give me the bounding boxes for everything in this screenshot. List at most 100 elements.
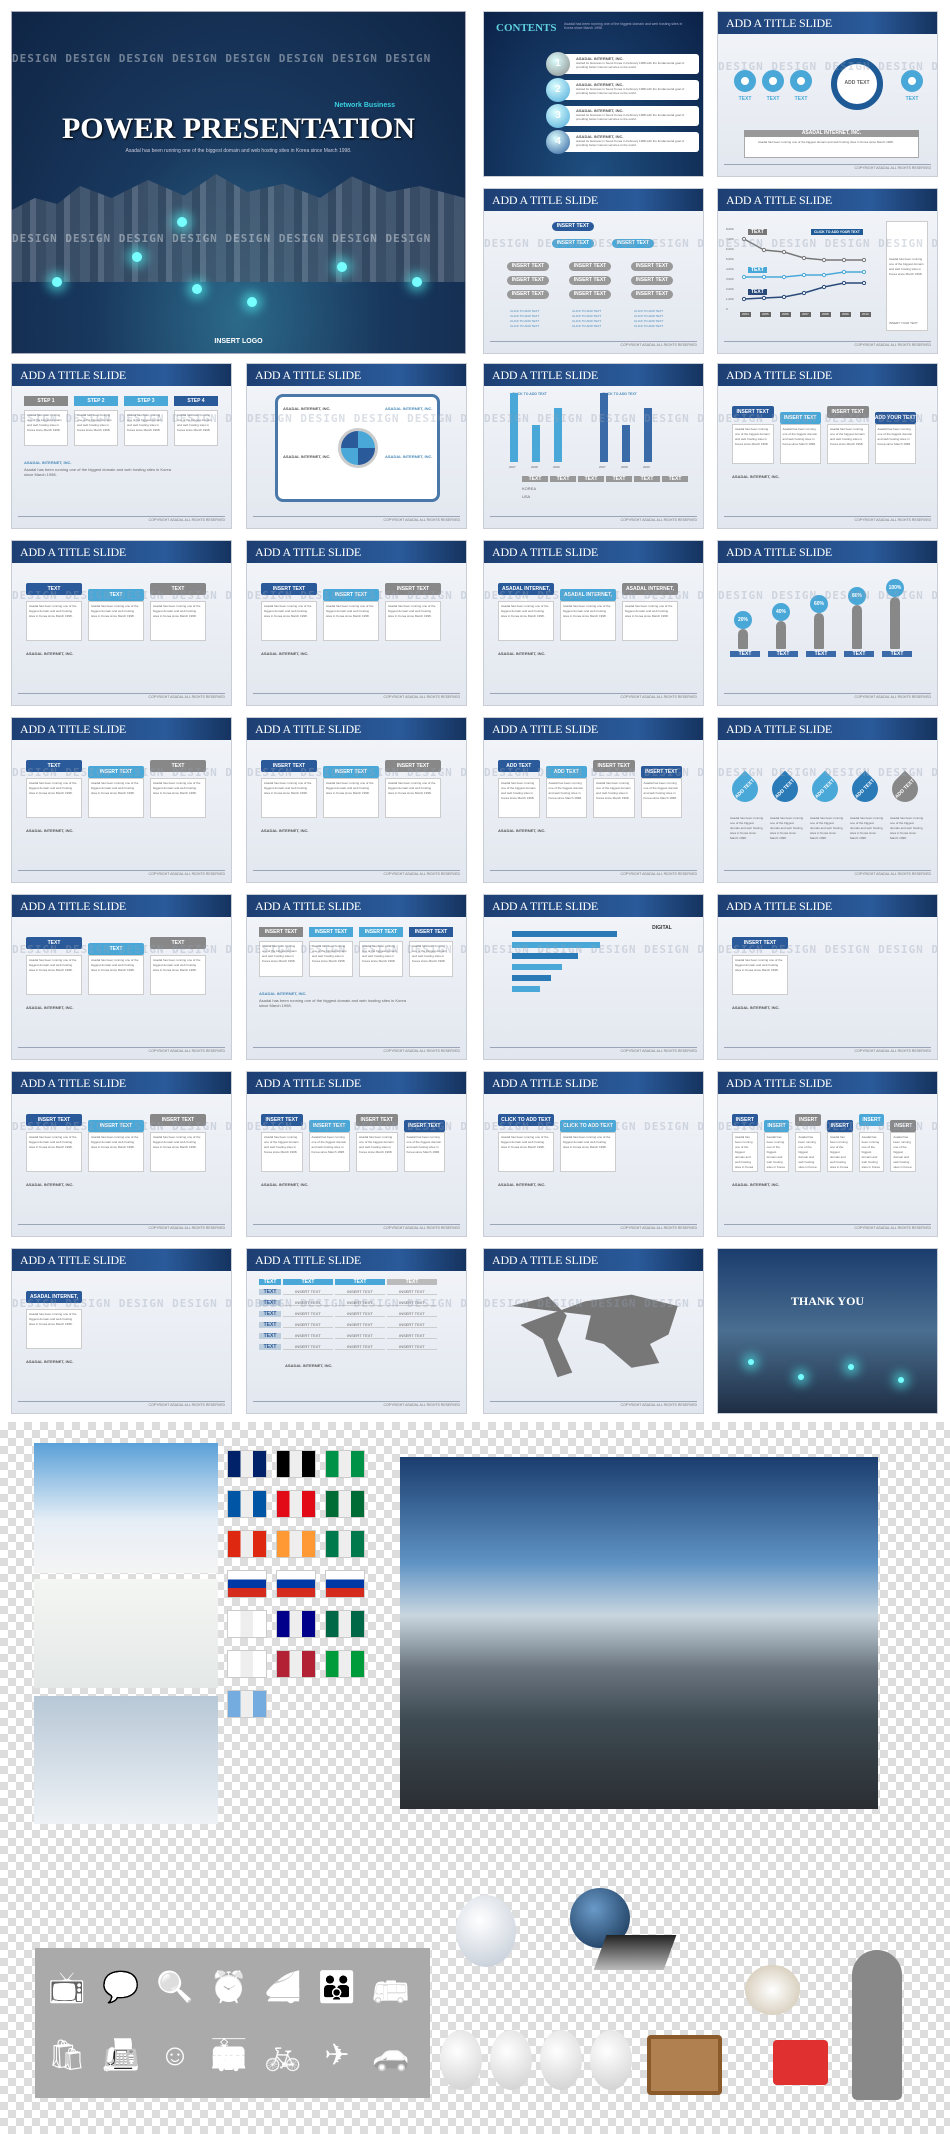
flag-icon xyxy=(325,1530,365,1558)
table-cell: INSERT TEXT xyxy=(387,1322,437,1328)
content-label: INSERT TEXT xyxy=(88,766,144,778)
slide-title: ADD A TITLE SLIDE xyxy=(247,541,466,563)
table-header: TEXT xyxy=(259,1279,281,1285)
percent-bubble: 60% xyxy=(810,595,828,613)
character-figure xyxy=(440,2030,482,2090)
slide-body: ADD TEXT ADD TEXT ADD TEXT ADD TEXT ADD TEXT… xyxy=(726,746,929,868)
slide-thumbnail-steps[interactable]: ADD A TITLE SLIDE COPYRIGHT ASADAL ALL RI… xyxy=(246,894,467,1060)
content-text: Asadal has been running one of the bigge… xyxy=(560,1132,616,1172)
content-text: Asadal has been running one of the bigge… xyxy=(795,1132,821,1172)
slide-thumbnail-quad[interactable]: ADD A TITLE SLIDE COPYRIGHT ASADAL ALL RI… xyxy=(246,363,467,529)
content-text: Asadal has been running one of the bigge… xyxy=(88,601,144,641)
slide-body: INSERT TEXTAsadal has been running one o… xyxy=(20,1100,223,1222)
slide-thumbnail-line[interactable]: ADD A TITLE SLIDE COPYRIGHT ASADAL ALL RI… xyxy=(717,188,938,354)
slide-thumbnail-thanks[interactable]: THANK YOU xyxy=(717,1248,938,1414)
slide-body: 20% TEXT 40% TEXT 60% TEXT 80% TEXT 100% TEXT xyxy=(726,569,929,691)
content-text: Asadal has been running one of the bigge… xyxy=(356,1132,398,1172)
slide-title: ADD A TITLE SLIDE xyxy=(718,189,937,211)
content-text: Asadal has been running one of the bigge… xyxy=(622,601,678,641)
table-cell: INSERT TEXT xyxy=(335,1322,385,1328)
network-node xyxy=(132,252,142,262)
org-cell: INSERT TEXT xyxy=(569,262,611,271)
people-label: TEXT xyxy=(882,651,912,657)
quad-label: ASADAL INTERNET, INC. xyxy=(283,406,331,411)
company-name: ASADAL INTERNET, INC. xyxy=(26,1359,74,1364)
slide-title: ADD A TITLE SLIDE xyxy=(718,12,937,34)
hbar xyxy=(512,931,617,937)
content-label: INSERT TEXT xyxy=(593,760,635,772)
org-node: INSERT TEXT xyxy=(552,239,594,248)
network-node xyxy=(52,277,62,287)
slide-thumbnail-cards[interactable]: ADD A TITLE SLIDE COPYRIGHT ASADAL ALL RI… xyxy=(246,717,467,883)
slide-thumbnail-tri[interactable]: ADD A TITLE SLIDE COPYRIGHT ASADAL ALL RI… xyxy=(11,894,232,1060)
slide-copyright: COPYRIGHT ASADAL ALL RIGHTS RESERVED xyxy=(490,1401,697,1407)
slide-thumbnail-imglist[interactable]: ADD A TITLE SLIDE COPYRIGHT ASADAL ALL RI… xyxy=(483,540,704,706)
slide-title: ADD A TITLE SLIDE xyxy=(12,895,231,917)
company-name: ASADAL INTERNET, INC. xyxy=(26,828,74,833)
org-node: INSERT TEXT xyxy=(612,239,654,248)
slide-thumbnail-cyl[interactable]: ADD A TITLE SLIDE COPYRIGHT ASADAL ALL RI… xyxy=(717,894,938,1060)
flag-icon xyxy=(227,1610,267,1638)
data-point xyxy=(841,257,847,263)
data-point xyxy=(741,296,747,302)
slide-thumbnail-bars[interactable]: ADD A TITLE SLIDE COPYRIGHT ASADAL ALL RI… xyxy=(483,363,704,529)
circle-label: ADD TEXT xyxy=(844,80,870,86)
company-name: ASADAL INTERNET, INC. xyxy=(498,828,546,833)
slide-thumbnail-hbar[interactable]: ADD A TITLE SLIDE COPYRIGHT ASADAL ALL RI… xyxy=(483,894,704,1060)
slide-thumbnail-arrow[interactable]: ADD A TITLE SLIDE COPYRIGHT ASADAL ALL RI… xyxy=(483,1071,704,1237)
slide-thumbnail-map[interactable]: ADD A TITLE SLIDE COPYRIGHT ASADAL ALL RI… xyxy=(483,1248,704,1414)
slide-thumbnail-imgtext[interactable]: ADD A TITLE SLIDE COPYRIGHT ASADAL ALL RI… xyxy=(11,1248,232,1414)
slide-thumbnail-table[interactable]: ADD A TITLE SLIDE COPYRIGHT ASADAL ALL RI… xyxy=(246,1248,467,1414)
content-label: CLICK TO ADD TEXT xyxy=(560,1120,616,1132)
network-node xyxy=(898,1377,904,1383)
content-label: INSERT TEXT xyxy=(732,937,788,949)
content-text: Asadal has been running one of the bigge… xyxy=(26,955,82,995)
table-header: TEXT xyxy=(387,1279,437,1285)
info-box-text: Asadal has been running one of the bigge… xyxy=(758,140,894,144)
step-text: Asadal has been running one of the bigge… xyxy=(359,941,403,977)
table-cell: INSERT TEXT xyxy=(335,1344,385,1350)
slide-thumbnail-bubbles[interactable]: ADD A TITLE SLIDE COPYRIGHT ASADAL ALL RI… xyxy=(246,1071,467,1237)
slide-thumbnail-blocks[interactable]: ADD A TITLE SLIDE COPYRIGHT ASADAL ALL RI… xyxy=(483,717,704,883)
flag-icon xyxy=(276,1450,316,1478)
percent-bubble: 100% xyxy=(886,579,904,597)
slide-copyright: COPYRIGHT ASADAL ALL RIGHTS RESERVED xyxy=(253,1224,460,1230)
content-text: Asadal has been running one of the bigge… xyxy=(545,778,587,818)
data-point xyxy=(821,272,827,278)
slide-thumbnail-rings[interactable]: ADD A TITLE SLIDE COPYRIGHT ASADAL ALL RI… xyxy=(246,540,467,706)
content-label: INSERT TEXT xyxy=(356,1114,398,1126)
title-tagline: Asadal has been running one of the bigge… xyxy=(125,148,352,154)
table-header: TEXT xyxy=(634,476,660,482)
slide-thumbnail-circles[interactable]: ADD A TITLE SLIDE COPYRIGHT ASADAL ALL RI… xyxy=(717,11,938,177)
content-label: INSERT TEXT xyxy=(150,1114,206,1126)
slide-thumbnail-steps[interactable]: ADD A TITLE SLIDE COPYRIGHT ASADAL ALL RI… xyxy=(11,363,232,529)
slide-body: ASADAL INTERNET, INC.Asadal has been run… xyxy=(492,569,695,691)
company-name: ASADAL INTERNET, INC. xyxy=(26,1005,74,1010)
content-text: Asadal has been running one of the bigge… xyxy=(385,601,441,641)
flag-icon xyxy=(325,1610,365,1638)
org-cell: INSERT TEXT xyxy=(507,290,549,299)
contents-slide[interactable]: CONTENTS Asadal has been running one of … xyxy=(483,11,704,177)
pictogram-icon: 🔍 xyxy=(156,1971,194,2004)
slide-thumbnail-cards[interactable]: ADD A TITLE SLIDE COPYRIGHT ASADAL ALL RI… xyxy=(11,540,232,706)
table-cell: INSERT TEXT xyxy=(283,1300,333,1306)
title-slide[interactable]: Network Business POWER PRESENTATION Asad… xyxy=(11,11,466,354)
row-header: TEXT xyxy=(259,1289,281,1295)
slide-thumbnail-org[interactable]: ADD A TITLE SLIDE COPYRIGHT ASADAL ALL RI… xyxy=(483,188,704,354)
slide-thumbnail-pie[interactable]: ADD A TITLE SLIDE COPYRIGHT ASADAL ALL RI… xyxy=(11,717,232,883)
company-name: ASADAL INTERNET, INC. xyxy=(732,474,780,479)
x-tick: 2009 xyxy=(553,465,560,469)
pictogram-icon: 📺 xyxy=(48,1971,86,2004)
contents-item-text: started its business in Seoul Korea in F… xyxy=(576,139,685,147)
table-cell: INSERT TEXT xyxy=(387,1333,437,1339)
slide-thumbnail-people[interactable]: ADD A TITLE SLIDE COPYRIGHT ASADAL ALL RI… xyxy=(717,540,938,706)
content-label: ADD TEXT xyxy=(498,760,540,772)
slide-thumbnail-frames[interactable]: ADD A TITLE SLIDE COPYRIGHT ASADAL ALL RI… xyxy=(717,363,938,529)
slide-thumbnail-cycle[interactable]: ADD A TITLE SLIDE COPYRIGHT ASADAL ALL RI… xyxy=(717,1071,938,1237)
slide-thumbnail-drops[interactable]: ADD A TITLE SLIDE COPYRIGHT ASADAL ALL RI… xyxy=(717,717,938,883)
slide-body: ADD TEXT Asadal has been running one of t… xyxy=(492,746,695,868)
content-label: TEXT xyxy=(26,937,82,949)
slide-thumbnail-question[interactable]: ADD A TITLE SLIDE COPYRIGHT ASADAL ALL RI… xyxy=(11,1071,232,1237)
data-point xyxy=(841,280,847,286)
flag-icon xyxy=(227,1490,267,1518)
